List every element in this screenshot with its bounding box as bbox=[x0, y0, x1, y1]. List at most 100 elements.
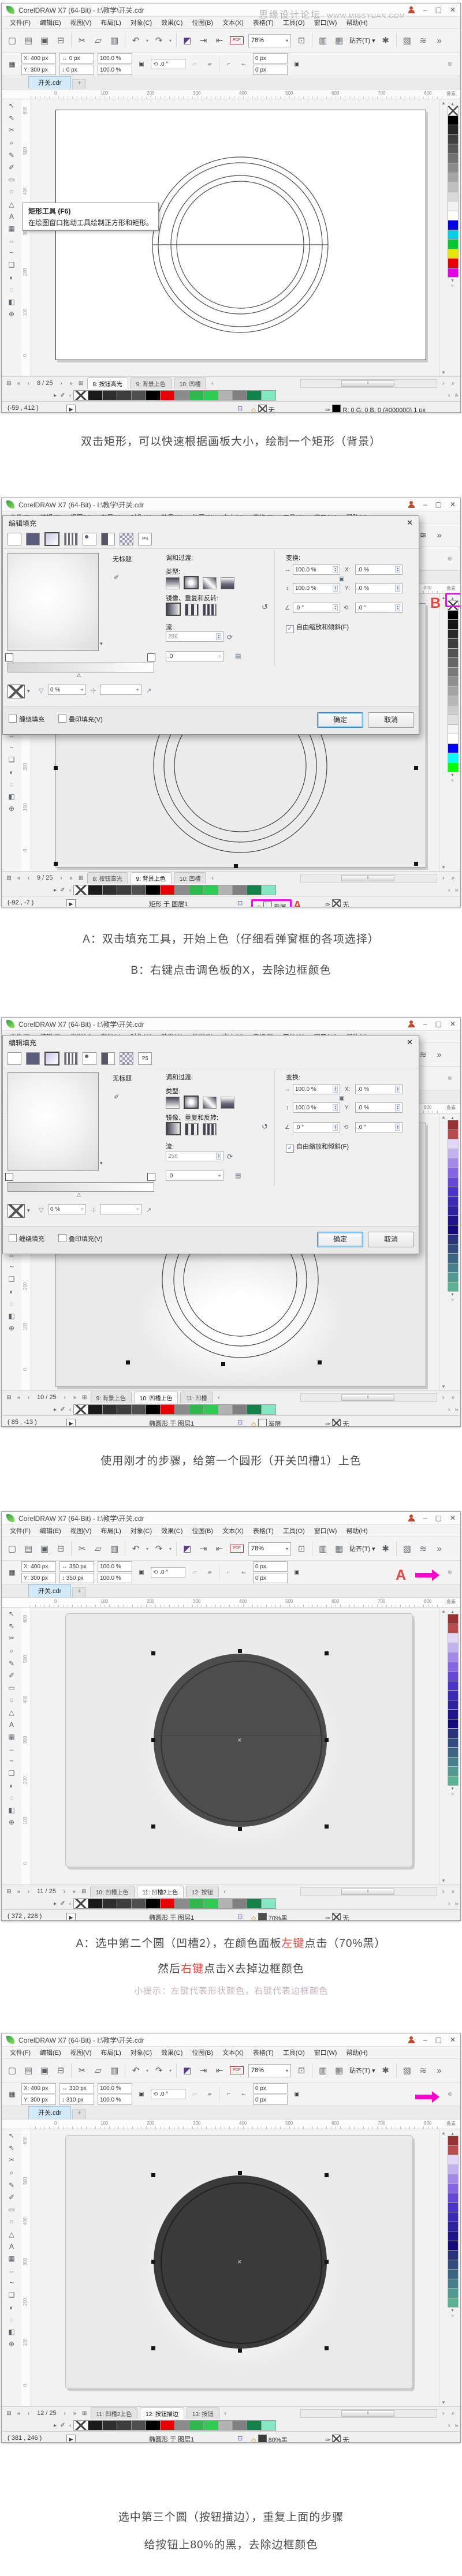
new-document-icon[interactable]: ▢ bbox=[6, 2065, 18, 2076]
palette-expand-icon[interactable]: » bbox=[448, 2313, 457, 2318]
scale-x-field[interactable]: 100.0 % bbox=[98, 53, 132, 63]
scale-y-field[interactable]: 100.0 % bbox=[98, 65, 132, 75]
crop-tool[interactable]: ✂ bbox=[9, 1634, 14, 1642]
account-icon[interactable] bbox=[408, 1514, 415, 1522]
palette-color-swatch[interactable] bbox=[448, 686, 459, 696]
gradient-mid-marker[interactable]: △ bbox=[77, 1191, 81, 1198]
dimension-tool[interactable]: ↔ bbox=[8, 237, 15, 245]
save-icon[interactable]: ▣ bbox=[39, 35, 50, 46]
tab-scroll-left-icon[interactable]: ‹ bbox=[208, 875, 216, 881]
options-icon[interactable]: ✱ bbox=[380, 35, 392, 46]
add-page-before-button[interactable]: ⊞ bbox=[5, 2410, 13, 2417]
repeat-mirror-icon[interactable] bbox=[185, 604, 199, 616]
palette-color-swatch[interactable] bbox=[448, 1253, 459, 1263]
fill-uniform-icon[interactable] bbox=[26, 1052, 40, 1065]
page-tab[interactable]: 10: 凹槽上色 bbox=[133, 1392, 178, 1403]
minimize-button[interactable]: – bbox=[423, 2036, 427, 2044]
menu-item[interactable]: 位图(B) bbox=[187, 2047, 218, 2058]
palette-scroll-right-icon[interactable]: › bbox=[445, 392, 453, 399]
selection-handle[interactable] bbox=[238, 2171, 242, 2175]
node-position-field[interactable]: ÷ bbox=[100, 1204, 141, 1214]
docker-2-icon[interactable]: ≋ bbox=[418, 1543, 429, 1554]
dimension-tool[interactable]: ↔ bbox=[8, 1745, 15, 1753]
doc-palette-color-swatch[interactable] bbox=[88, 1898, 103, 1909]
menu-item[interactable]: 效果(C) bbox=[157, 1526, 187, 1536]
selection-center-marker[interactable]: × bbox=[237, 1736, 242, 1744]
vertical-scrollbar[interactable]: ▲ ▼ bbox=[439, 2129, 448, 2406]
menu-item[interactable]: 视图(V) bbox=[66, 17, 96, 28]
new-document-tab-button[interactable]: + bbox=[72, 2109, 87, 2119]
transparency-tool[interactable]: ◐ bbox=[9, 1782, 13, 1790]
close-button[interactable]: ✕ bbox=[450, 1020, 456, 1028]
to-center-icon[interactable]: ⊕ bbox=[444, 2091, 456, 2098]
edge-pad-field[interactable]: .0 ÷ bbox=[166, 1171, 223, 1181]
palette-expand-icon[interactable]: » bbox=[448, 1297, 457, 1302]
show-rulers-icon[interactable]: ▥ bbox=[317, 35, 329, 46]
rectangular-fountain-icon[interactable] bbox=[221, 577, 235, 589]
scroll-right-icon[interactable]: › bbox=[439, 2410, 447, 2417]
palette-scroll-down-icon[interactable]: ▾ bbox=[448, 1786, 457, 1791]
pan-zoom-icon[interactable]: ⌕ bbox=[449, 1889, 457, 1895]
doc-palette-color-swatch[interactable] bbox=[203, 2420, 218, 2431]
drop-shadow-tool[interactable]: ❏ bbox=[9, 756, 15, 764]
zoom-tool[interactable]: ⌕ bbox=[10, 1647, 14, 1655]
add-page-after-button[interactable]: ⊞ bbox=[77, 380, 85, 387]
transform-lock-icon[interactable]: ▣ bbox=[339, 1096, 344, 1102]
vertical-scrollbar[interactable]: ▲ ▼ bbox=[439, 99, 448, 376]
text-tool[interactable]: A bbox=[9, 2242, 14, 2250]
palette-color-swatch[interactable] bbox=[448, 1756, 459, 1767]
scroll-right-icon[interactable]: › bbox=[439, 875, 447, 881]
palette-color-swatch[interactable] bbox=[448, 648, 459, 658]
object-width-field[interactable]: ↔ 350 px bbox=[59, 1561, 94, 1572]
add-page-after-button[interactable]: ⊞ bbox=[81, 1394, 88, 1401]
selection-handle[interactable] bbox=[325, 1824, 329, 1829]
palette-color-swatch[interactable] bbox=[448, 657, 459, 668]
palette-expand-icon[interactable]: » bbox=[448, 283, 457, 288]
doc-palette-color-swatch[interactable] bbox=[218, 390, 233, 401]
palette-color-swatch[interactable] bbox=[448, 2155, 459, 2165]
palette-color-swatch[interactable] bbox=[448, 163, 459, 173]
eyedropper-icon[interactable]: ✐ bbox=[59, 1407, 66, 1413]
doc-palette-color-swatch[interactable] bbox=[203, 885, 218, 895]
object-height-field[interactable]: ↕ 350 px bbox=[59, 1573, 94, 1583]
palette-flyout-icon[interactable]: ▸ bbox=[51, 392, 59, 399]
undo-icon[interactable]: ↶ bbox=[130, 35, 141, 46]
to-center-icon[interactable]: ⊕ bbox=[444, 556, 456, 562]
doc-palette-color-swatch[interactable] bbox=[261, 885, 276, 895]
palette-color-swatch[interactable] bbox=[448, 753, 459, 763]
selection-handle[interactable] bbox=[325, 2173, 329, 2177]
palette-color-swatch[interactable] bbox=[448, 676, 459, 687]
transform-x-field[interactable]: .0 % ▴ ▾ bbox=[355, 564, 403, 575]
transform-height-field[interactable]: 100.0 % ▴ ▾ bbox=[293, 1102, 340, 1113]
doc-palette-color-swatch[interactable] bbox=[117, 885, 132, 895]
last-page-button[interactable]: » bbox=[68, 875, 75, 881]
pan-zoom-icon[interactable]: ⌕ bbox=[449, 2410, 457, 2417]
print-icon[interactable]: ⊟ bbox=[55, 35, 66, 46]
next-page-button[interactable]: › bbox=[58, 380, 65, 387]
doc-palette-color-swatch[interactable] bbox=[117, 2420, 132, 2431]
scroll-right-icon[interactable]: › bbox=[439, 380, 447, 387]
export-icon[interactable]: ⇤ bbox=[214, 2065, 225, 2076]
palette-scroll-right-icon[interactable]: › bbox=[445, 2422, 453, 2429]
status-flyout-icon[interactable]: ▶ bbox=[66, 2435, 76, 2442]
drop-shadow-tool[interactable]: ❏ bbox=[9, 1769, 15, 1777]
page-tab[interactable]: 11: 凹槽 bbox=[180, 1392, 213, 1403]
scale-y-field[interactable]: 100.0 % bbox=[98, 1573, 132, 1583]
menu-item[interactable]: 视图(V) bbox=[66, 2047, 96, 2058]
scale-x-field[interactable]: 100.0 % bbox=[98, 1561, 132, 1572]
ellipse-tool[interactable]: ○ bbox=[9, 1696, 13, 1704]
eyedropper-icon[interactable]: ✐ bbox=[114, 1093, 119, 1101]
first-page-button[interactable]: « bbox=[15, 1889, 23, 1895]
rectangular-fountain-icon[interactable] bbox=[221, 1097, 235, 1109]
elliptical-fountain-icon[interactable] bbox=[184, 1096, 199, 1109]
palette-flyout-icon[interactable]: ▸ bbox=[51, 1901, 59, 1907]
doc-palette-color-swatch[interactable] bbox=[88, 1404, 103, 1415]
page-tab[interactable]: 10: 凹槽上色 bbox=[90, 1886, 135, 1897]
doc-palette-color-swatch[interactable] bbox=[117, 390, 132, 401]
open-icon[interactable]: ▤ bbox=[23, 2065, 34, 2076]
first-page-button[interactable]: « bbox=[15, 1394, 23, 1401]
vertical-scrollbar[interactable]: ▲ ▼ bbox=[439, 594, 448, 871]
menu-item[interactable]: 帮助(H) bbox=[341, 1526, 372, 1536]
palette-color-swatch[interactable] bbox=[448, 2221, 459, 2231]
object-width-field[interactable]: ↔ 0 px bbox=[59, 53, 94, 63]
